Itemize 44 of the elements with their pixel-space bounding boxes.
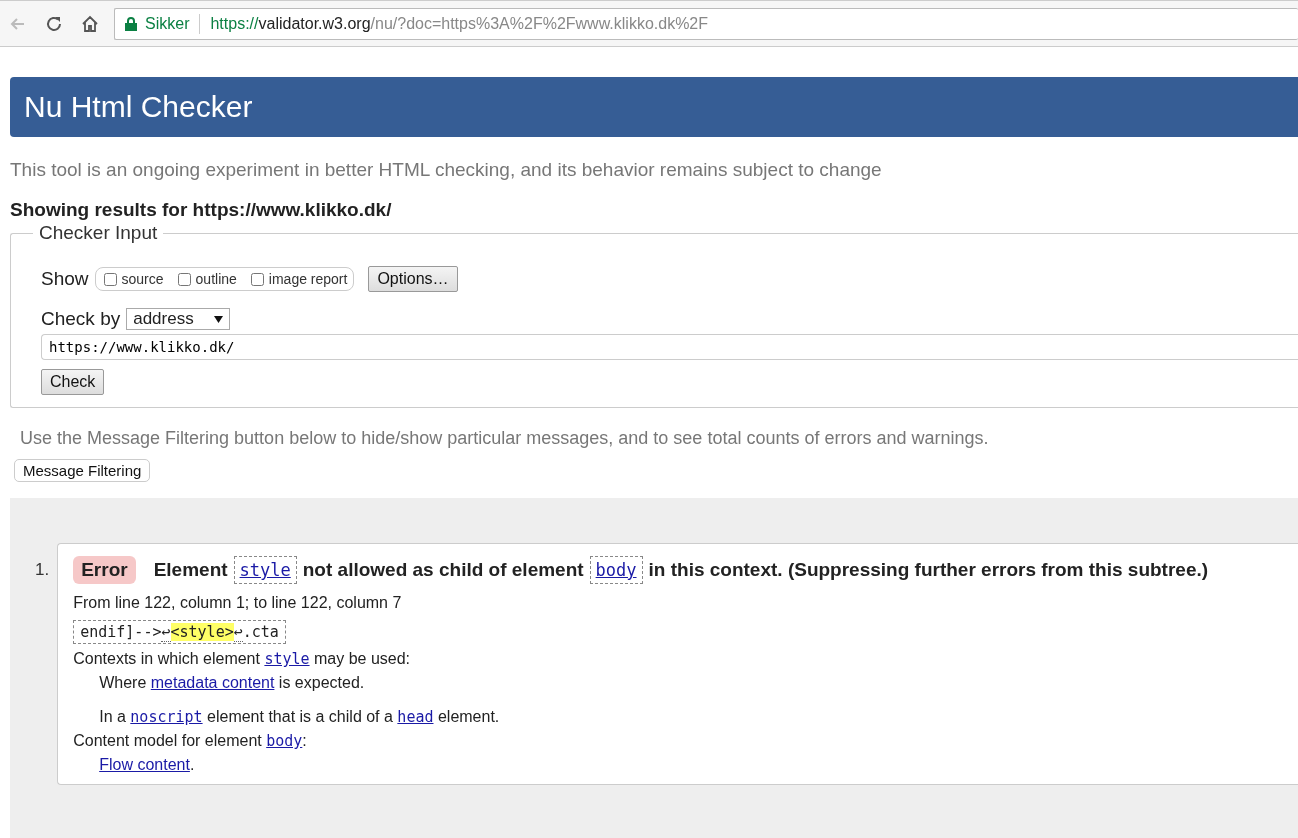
code-link[interactable]: body (589, 556, 643, 584)
reload-icon[interactable] (45, 14, 63, 33)
detail-text: Content model for element body: (73, 732, 307, 749)
page-title: Nu Html Checker (10, 77, 1298, 137)
filter-note: Use the Message Filtering button below to hide/show particular messages, and to see total counts of errors and warnings. (20, 428, 990, 449)
intro-text: This tool is an ongoing experiment in better HTML checking, and its behavior remains subject to change (10, 159, 883, 181)
code-link[interactable]: head (397, 708, 434, 725)
check-by-dropdown[interactable]: address (126, 308, 231, 330)
checkbox[interactable] (177, 272, 191, 286)
message-text: in this context. (Suppressing further errors from this subtree.) (648, 559, 1209, 581)
check-by-label: Check by (41, 308, 121, 330)
link[interactable]: metadata content (150, 674, 275, 691)
message-text: Element (153, 559, 228, 581)
code-link[interactable]: style (264, 650, 310, 667)
option-label[interactable]: source (103, 271, 164, 287)
home-icon[interactable] (81, 14, 99, 33)
check-button[interactable]: Check (41, 369, 105, 395)
code-link[interactable]: style (233, 556, 297, 584)
detail-text: Contexts in which element style may be used: (73, 650, 411, 667)
message-filtering-button[interactable]: Message Filtering (14, 459, 151, 482)
link[interactable]: Flow content (99, 756, 190, 773)
location-text: From line 122, column 1; to line 122, column 7 (73, 594, 403, 612)
code-link[interactable]: noscript (130, 708, 203, 725)
url-text: https://validator.w3.org/nu/?doc=https%3A%2F%2Fwww.klikko.dk%2F (210, 14, 709, 33)
message-number: 1. (35, 560, 50, 580)
option-label[interactable]: outline (177, 271, 237, 287)
option-label[interactable]: image report (250, 271, 348, 287)
address-field[interactable]: https://www.klikko.dk/ (41, 334, 1298, 360)
options-button[interactable]: Options… (368, 266, 458, 292)
address-bar[interactable]: Sikker https://validator.w3.org/nu/?doc=https%3A%2F%2Fwww.klikko.dk%2F (114, 7, 1298, 40)
caret-icon (214, 315, 224, 323)
message-text: not allowed as child of element (302, 559, 584, 581)
source-extract: endif]-->↩<style>↩.cta (73, 620, 286, 644)
detail-text: Flow content. (99, 756, 195, 773)
checkbox[interactable] (103, 272, 117, 286)
detail-text: In a noscript element that is a child of a head element. (99, 708, 500, 725)
show-label: Show (41, 268, 89, 290)
results-heading: Showing results for https://www.klikko.dk/ (10, 199, 393, 221)
checkbox[interactable] (250, 272, 264, 286)
detail-text: Where metadata content is expected. (99, 674, 365, 691)
security-label: Sikker (145, 14, 190, 33)
code-link[interactable]: body (266, 732, 303, 749)
error-badge: Error (73, 556, 136, 584)
lock-icon (125, 16, 137, 31)
